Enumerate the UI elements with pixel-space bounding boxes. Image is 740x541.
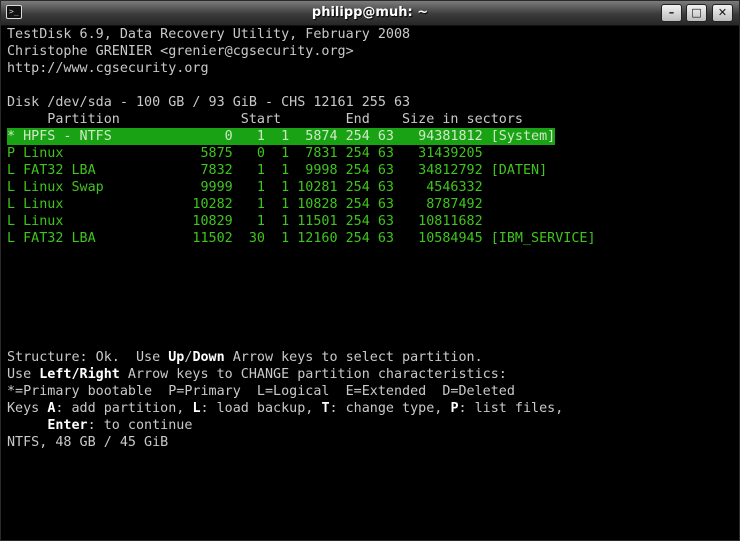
maximize-button[interactable]: □ — [686, 4, 707, 22]
partition-column-headers: Partition Start End Size in sectors — [7, 112, 523, 127]
key-enter[interactable]: Enter — [47, 418, 87, 433]
partition-row[interactable]: L FAT32 LBA 7832 1 1 9998 254 63 3481279… — [7, 162, 735, 179]
partition-row[interactable]: L FAT32 LBA 11502 30 1 12160 254 63 1058… — [7, 230, 735, 247]
minimize-button[interactable]: – — [661, 4, 682, 22]
key-up: Up — [168, 350, 185, 365]
partition-row[interactable]: P Linux 5875 0 1 7831 254 63 31439205 — [7, 145, 735, 162]
help-text: Keys — [7, 401, 48, 416]
author-line: Christophe GRENIER <grenier@cgsecurity.o… — [7, 44, 354, 59]
title-bar[interactable]: >_ philipp@muh: ~ – □ ✕ — [1, 1, 739, 26]
key-t[interactable]: T — [321, 401, 329, 416]
help-text: : load backup, — [200, 401, 322, 416]
partition-row-selected[interactable]: * HPFS - NTFS 0 1 1 5874 254 63 94381812… — [7, 128, 735, 145]
help-text: Use — [7, 367, 40, 382]
partition-size-line: NTFS, 48 GB / 45 GiB — [7, 435, 169, 450]
help-text: : to continue — [87, 418, 193, 433]
help-enter-line: Enter: to continue — [7, 417, 735, 434]
disk-info-line: Disk /dev/sda - 100 GB / 93 GiB - CHS 12… — [7, 95, 411, 110]
key-down: Down — [192, 350, 225, 365]
help-keys-line: Keys A: add partition, L: load backup, T… — [7, 400, 735, 417]
window-title: philipp@muh: ~ — [311, 5, 429, 20]
terminal-content[interactable]: TestDisk 6.9, Data Recovery Utility, Feb… — [7, 26, 735, 536]
help-structure-line: Structure: Ok. Use Up/Down Arrow keys to… — [7, 349, 735, 366]
help-text: Arrow keys to CHANGE partition character… — [119, 367, 507, 382]
selected-partition-highlight: * HPFS - NTFS 0 1 1 5874 254 63 94381812… — [7, 128, 556, 145]
close-button[interactable]: ✕ — [712, 4, 733, 22]
help-text: : list files, — [458, 401, 564, 416]
key-left-right: Left/Right — [39, 367, 120, 382]
help-text: Structure: Ok. Use — [7, 350, 169, 365]
app-title-line: TestDisk 6.9, Data Recovery Utility, Feb… — [7, 27, 411, 42]
help-text: : add partition, — [55, 401, 193, 416]
terminal-window: >_ philipp@muh: ~ – □ ✕ TestDisk 6.9, Da… — [0, 0, 740, 541]
partition-row[interactable]: L Linux Swap 9999 1 1 10281 254 63 45463… — [7, 179, 735, 196]
help-text: Arrow keys to select partition. — [224, 350, 483, 365]
key-l[interactable]: L — [192, 401, 200, 416]
partition-row[interactable]: L Linux 10282 1 1 10828 254 63 8787492 — [7, 196, 735, 213]
partition-row[interactable]: L Linux 10829 1 1 11501 254 63 10811682 — [7, 213, 735, 230]
help-text: : change type, — [329, 401, 451, 416]
help-legend-line: *=Primary bootable P=Primary L=Logical E… — [7, 384, 515, 399]
url-line: http://www.cgsecurity.org — [7, 61, 209, 76]
key-p[interactable]: P — [450, 401, 458, 416]
help-change-line: Use Left/Right Arrow keys to CHANGE part… — [7, 366, 735, 383]
